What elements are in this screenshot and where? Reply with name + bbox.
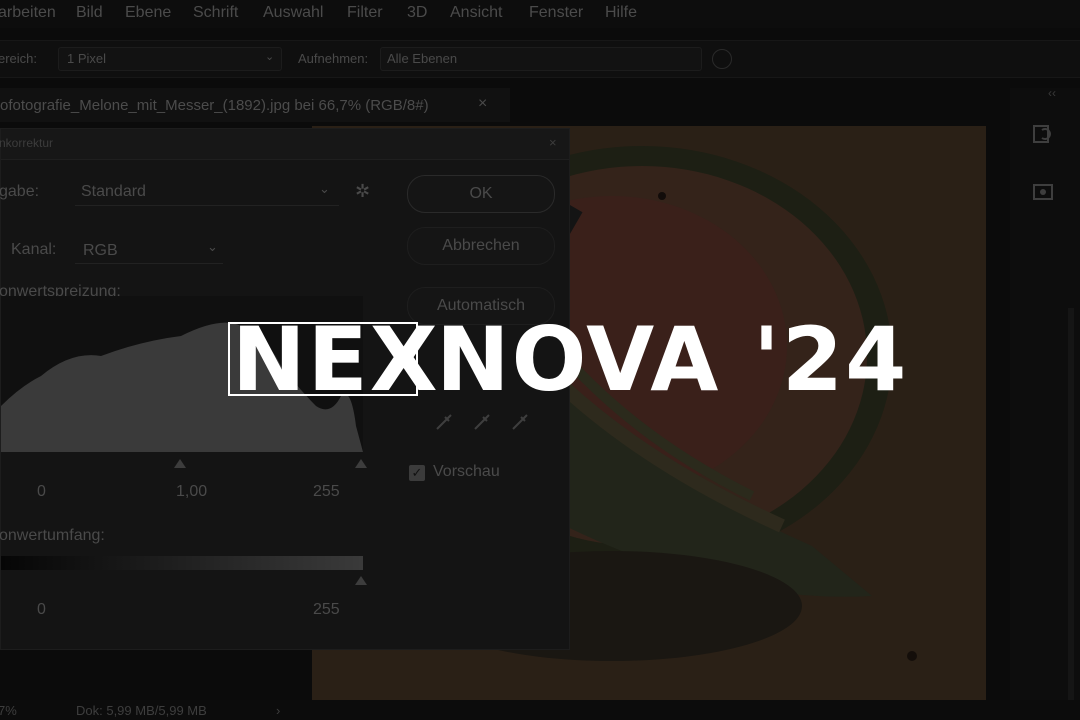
close-icon[interactable]: × <box>549 135 557 150</box>
chevron-right-icon[interactable]: › <box>276 703 280 718</box>
status-bar: 7% Dok: 5,99 MB/5,99 MB › <box>0 700 1080 720</box>
channel-select[interactable]: RGB ⌄ <box>75 235 223 264</box>
white-slider-handle[interactable] <box>355 459 367 468</box>
cancel-button[interactable]: Abbrechen <box>407 227 555 265</box>
chevron-down-icon: ⌄ <box>265 51 275 63</box>
sample-mode-value: Alle Ebenen <box>387 51 458 66</box>
sample-ring-icon[interactable] <box>712 49 732 69</box>
output-white-value[interactable]: 255 <box>313 601 340 619</box>
chevron-down-icon: ⌄ <box>319 181 330 196</box>
dialog-titlebar[interactable]: nkorrektur × <box>0 129 569 160</box>
logo-part-nex: NEX <box>232 308 440 411</box>
chevron-down-icon: ⌄ <box>207 239 218 254</box>
sample-size-value: 1 Pixel <box>67 51 107 66</box>
dialog-title: nkorrektur <box>0 136 54 150</box>
menu-item-edit[interactable]: arbeiten <box>0 4 56 22</box>
preview-checkbox[interactable]: ✓ <box>409 465 425 481</box>
sample-size-select[interactable]: 1 Pixel ⌄ <box>58 47 282 71</box>
preset-value: Standard <box>81 183 146 200</box>
input-gamma-value[interactable]: 1,00 <box>176 483 207 501</box>
menu-bar: arbeiten Bild Ebene Schrift Auswahl Filt… <box>0 0 1080 28</box>
document-title: ofotografie_Melone_mit_Messer_(1892).jpg… <box>0 97 429 114</box>
menu-item-image[interactable]: Bild <box>76 4 103 22</box>
input-black-value[interactable]: 0 <box>37 483 46 501</box>
sample-mode-label: Aufnehmen: <box>298 51 369 66</box>
input-white-value[interactable]: 255 <box>313 483 340 501</box>
output-black-value[interactable]: 0 <box>37 601 46 619</box>
menu-item-view[interactable]: Ansicht <box>450 4 502 22</box>
channel-value: RGB <box>83 242 118 259</box>
close-icon[interactable]: × <box>478 95 487 113</box>
nexnova-logo: NEX NOVA '24 <box>228 314 906 406</box>
gamma-slider-handle[interactable] <box>174 459 186 468</box>
menu-item-window[interactable]: Fenster <box>529 4 583 22</box>
channel-label: Kanal: <box>11 241 57 258</box>
menu-item-select[interactable]: Auswahl <box>263 4 323 22</box>
zoom-readout[interactable]: 7% <box>0 703 17 718</box>
output-levels-label: onwertumfang: <box>0 527 105 544</box>
preset-select[interactable]: Standard ⌄ <box>75 177 339 206</box>
properties-icon[interactable] <box>1030 180 1056 206</box>
white-eyedropper-icon[interactable] <box>509 411 531 433</box>
document-info: Dok: 5,99 MB/5,99 MB <box>76 703 207 718</box>
menu-item-filter[interactable]: Filter <box>347 4 383 22</box>
preview-label: Vorschau <box>433 463 500 480</box>
output-gradient-bar <box>1 556 363 570</box>
black-eyedropper-icon[interactable] <box>433 411 455 433</box>
logo-part-nova: NOVA '24 <box>436 308 909 411</box>
menu-item-type[interactable]: Schrift <box>193 4 238 22</box>
menu-item-layer[interactable]: Ebene <box>125 4 171 22</box>
gear-icon[interactable]: ✲ <box>355 181 370 202</box>
document-tab[interactable]: ofotografie_Melone_mit_Messer_(1892).jpg… <box>0 88 510 122</box>
history-icon[interactable] <box>1030 122 1056 148</box>
ok-button[interactable]: OK <box>407 175 555 213</box>
sample-size-label: ereich: <box>0 51 38 66</box>
gray-eyedropper-icon[interactable] <box>471 411 493 433</box>
sample-mode-select[interactable]: Alle Ebenen <box>380 47 702 71</box>
right-panel-dock: ‹‹ <box>1010 86 1080 720</box>
collapse-icon[interactable]: ‹‹ <box>1048 86 1056 100</box>
output-white-handle[interactable] <box>355 576 367 585</box>
menu-item-help[interactable]: Hilfe <box>605 4 637 22</box>
preset-label: gabe: <box>0 183 40 200</box>
menu-item-3d[interactable]: 3D <box>407 4 427 22</box>
options-bar: ereich: 1 Pixel ⌄ Aufnehmen: Alle Ebenen <box>0 40 1080 78</box>
scrollbar[interactable] <box>1068 308 1074 708</box>
